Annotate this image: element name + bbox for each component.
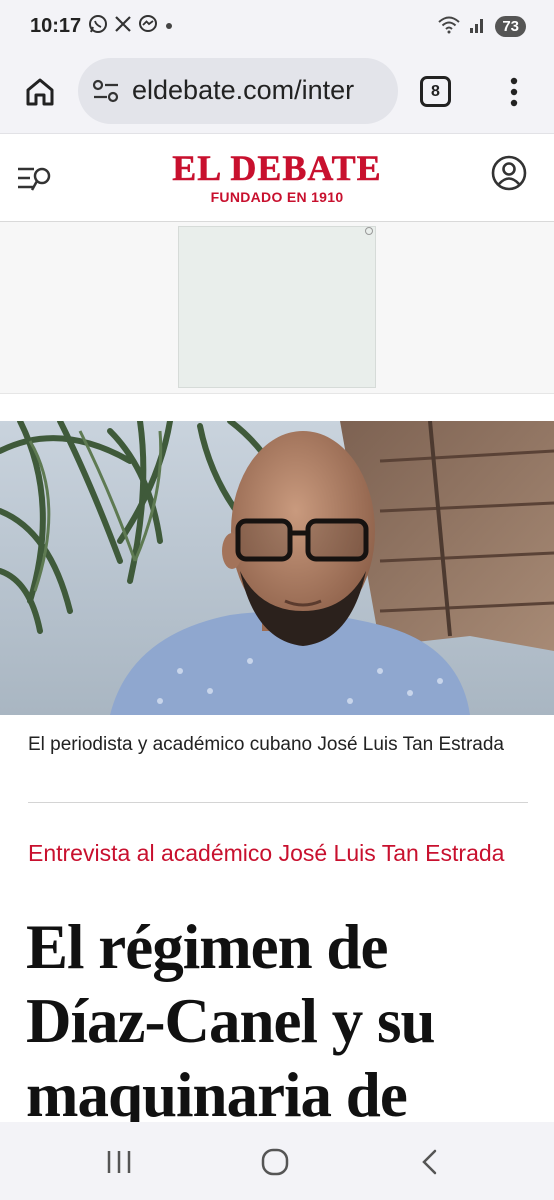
site-header: EL DEBATE FUNDADO EN 1910 — [0, 134, 554, 222]
signal-icon — [469, 14, 487, 39]
divider — [28, 802, 528, 803]
back-icon[interactable] — [418, 1148, 442, 1181]
status-time: 10:17 — [30, 15, 82, 37]
logo-text: EL DEBATE — [172, 148, 382, 188]
tab-count: 8 — [431, 82, 440, 100]
image-caption: El periodista y académico cubano José Lu… — [28, 734, 504, 755]
account-button[interactable] — [490, 154, 528, 192]
more-vert-icon — [510, 77, 518, 107]
url-text: eldebate.com/inter — [132, 75, 355, 105]
ad-choices-icon[interactable] — [365, 227, 373, 235]
dot-icon — [164, 18, 174, 36]
system-status: 73 — [437, 14, 526, 39]
browser-menu-button[interactable] — [500, 72, 528, 112]
system-nav-bar — [0, 1122, 554, 1200]
recents-icon[interactable] — [104, 1148, 134, 1181]
home-icon — [26, 78, 54, 106]
article-kicker[interactable]: Entrevista al académico José Luis Tan Es… — [28, 838, 528, 869]
home-button[interactable] — [20, 72, 60, 112]
address-bar[interactable]: eldebate.com/inter — [78, 58, 398, 124]
battery-icon: 73 — [495, 16, 526, 37]
ad-banner[interactable] — [178, 226, 376, 388]
article-headline: El régimen de Díaz-Canel y su maquinaria… — [26, 912, 436, 1130]
site-settings-icon[interactable] — [92, 78, 120, 109]
site-logo[interactable]: EL DEBATE FUNDADO EN 1910 — [0, 150, 554, 205]
home-circle-icon[interactable] — [260, 1148, 290, 1181]
account-icon — [491, 155, 527, 191]
notification-icons — [88, 14, 174, 39]
ad-area — [0, 222, 554, 394]
status-bar: 10:17 73 — [0, 0, 554, 52]
logo-tagline: FUNDADO EN 1910 — [210, 189, 344, 205]
article-hero-image — [0, 421, 554, 715]
whatsapp-icon — [88, 14, 108, 39]
wifi-icon — [437, 14, 461, 39]
browser-toolbar: eldebate.com/inter 8 — [0, 52, 554, 134]
x-icon — [114, 15, 132, 38]
messenger-icon — [138, 14, 158, 39]
tabs-button[interactable]: 8 — [420, 76, 451, 107]
